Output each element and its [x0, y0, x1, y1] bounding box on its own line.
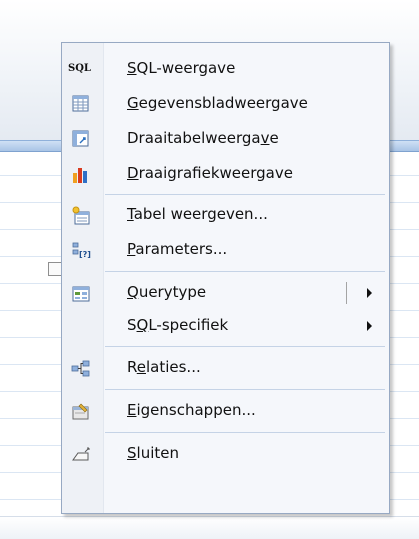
menu-item-label: Gegevensbladweergave [127, 94, 308, 112]
menu-item-label: Tabel weergeven... [127, 205, 268, 223]
datasheet-icon [71, 95, 91, 113]
menu-item-label: Parameters... [127, 240, 228, 258]
menu-item-label: Eigenschappen... [127, 401, 256, 419]
menu-item-querytype[interactable]: Querytype [64, 279, 387, 307]
querytype-icon [71, 284, 91, 302]
menu-separator [105, 346, 385, 347]
menu-item-relations[interactable]: Relaties... [64, 354, 387, 382]
menu-item-label: Draaigrafiekweergave [127, 164, 293, 182]
submenu-split-line [346, 282, 347, 304]
close-icon [71, 445, 91, 463]
menu-separator [105, 389, 385, 390]
submenu-arrow-icon [367, 321, 372, 331]
menu-item-parameters[interactable]: [?] Parameters... [64, 236, 387, 264]
menu-item-label: Sluiten [127, 444, 179, 462]
menu-item-label: Draaitabelweergave [127, 129, 279, 147]
menu-item-pivotchart-view[interactable]: Draaigrafiekweergave [64, 160, 387, 188]
menu-item-sql-view[interactable]: SQL SQL-weergave [64, 55, 387, 83]
context-menu: SQL SQL-weergave Gegevensbladweergave Dr… [61, 42, 390, 514]
menu-item-properties[interactable]: Eigenschappen... [64, 397, 387, 425]
status-area [0, 516, 419, 539]
menu-item-label: Querytype [127, 283, 207, 301]
menu-item-label: Relaties... [127, 358, 201, 376]
menu-separator [105, 271, 385, 272]
sql-icon: SQL [68, 63, 91, 74]
properties-icon [71, 402, 91, 420]
submenu-arrow-icon [367, 288, 372, 298]
menu-separator [105, 432, 385, 433]
pivotchart-icon [71, 165, 91, 183]
show-checkbox[interactable] [48, 262, 62, 276]
menu-item-label: SQL-weergave [127, 59, 236, 77]
showtable-icon [71, 206, 91, 225]
menu-item-pivottable-view[interactable]: Draaitabelweergave [64, 125, 387, 153]
parameters-icon: [?] [71, 241, 91, 259]
pivottable-icon [71, 130, 91, 148]
menu-separator [105, 194, 385, 195]
menu-item-datasheet-view[interactable]: Gegevensbladweergave [64, 90, 387, 118]
relations-icon [71, 359, 91, 377]
menu-item-close[interactable]: Sluiten [64, 440, 387, 468]
menu-item-show-table[interactable]: Tabel weergeven... [64, 201, 387, 229]
menu-item-label: SQL-specifiek [127, 316, 229, 334]
menu-item-sql-specific[interactable]: SQL-specifiek [64, 312, 387, 340]
parameters-icon-text: [?] [79, 250, 91, 259]
